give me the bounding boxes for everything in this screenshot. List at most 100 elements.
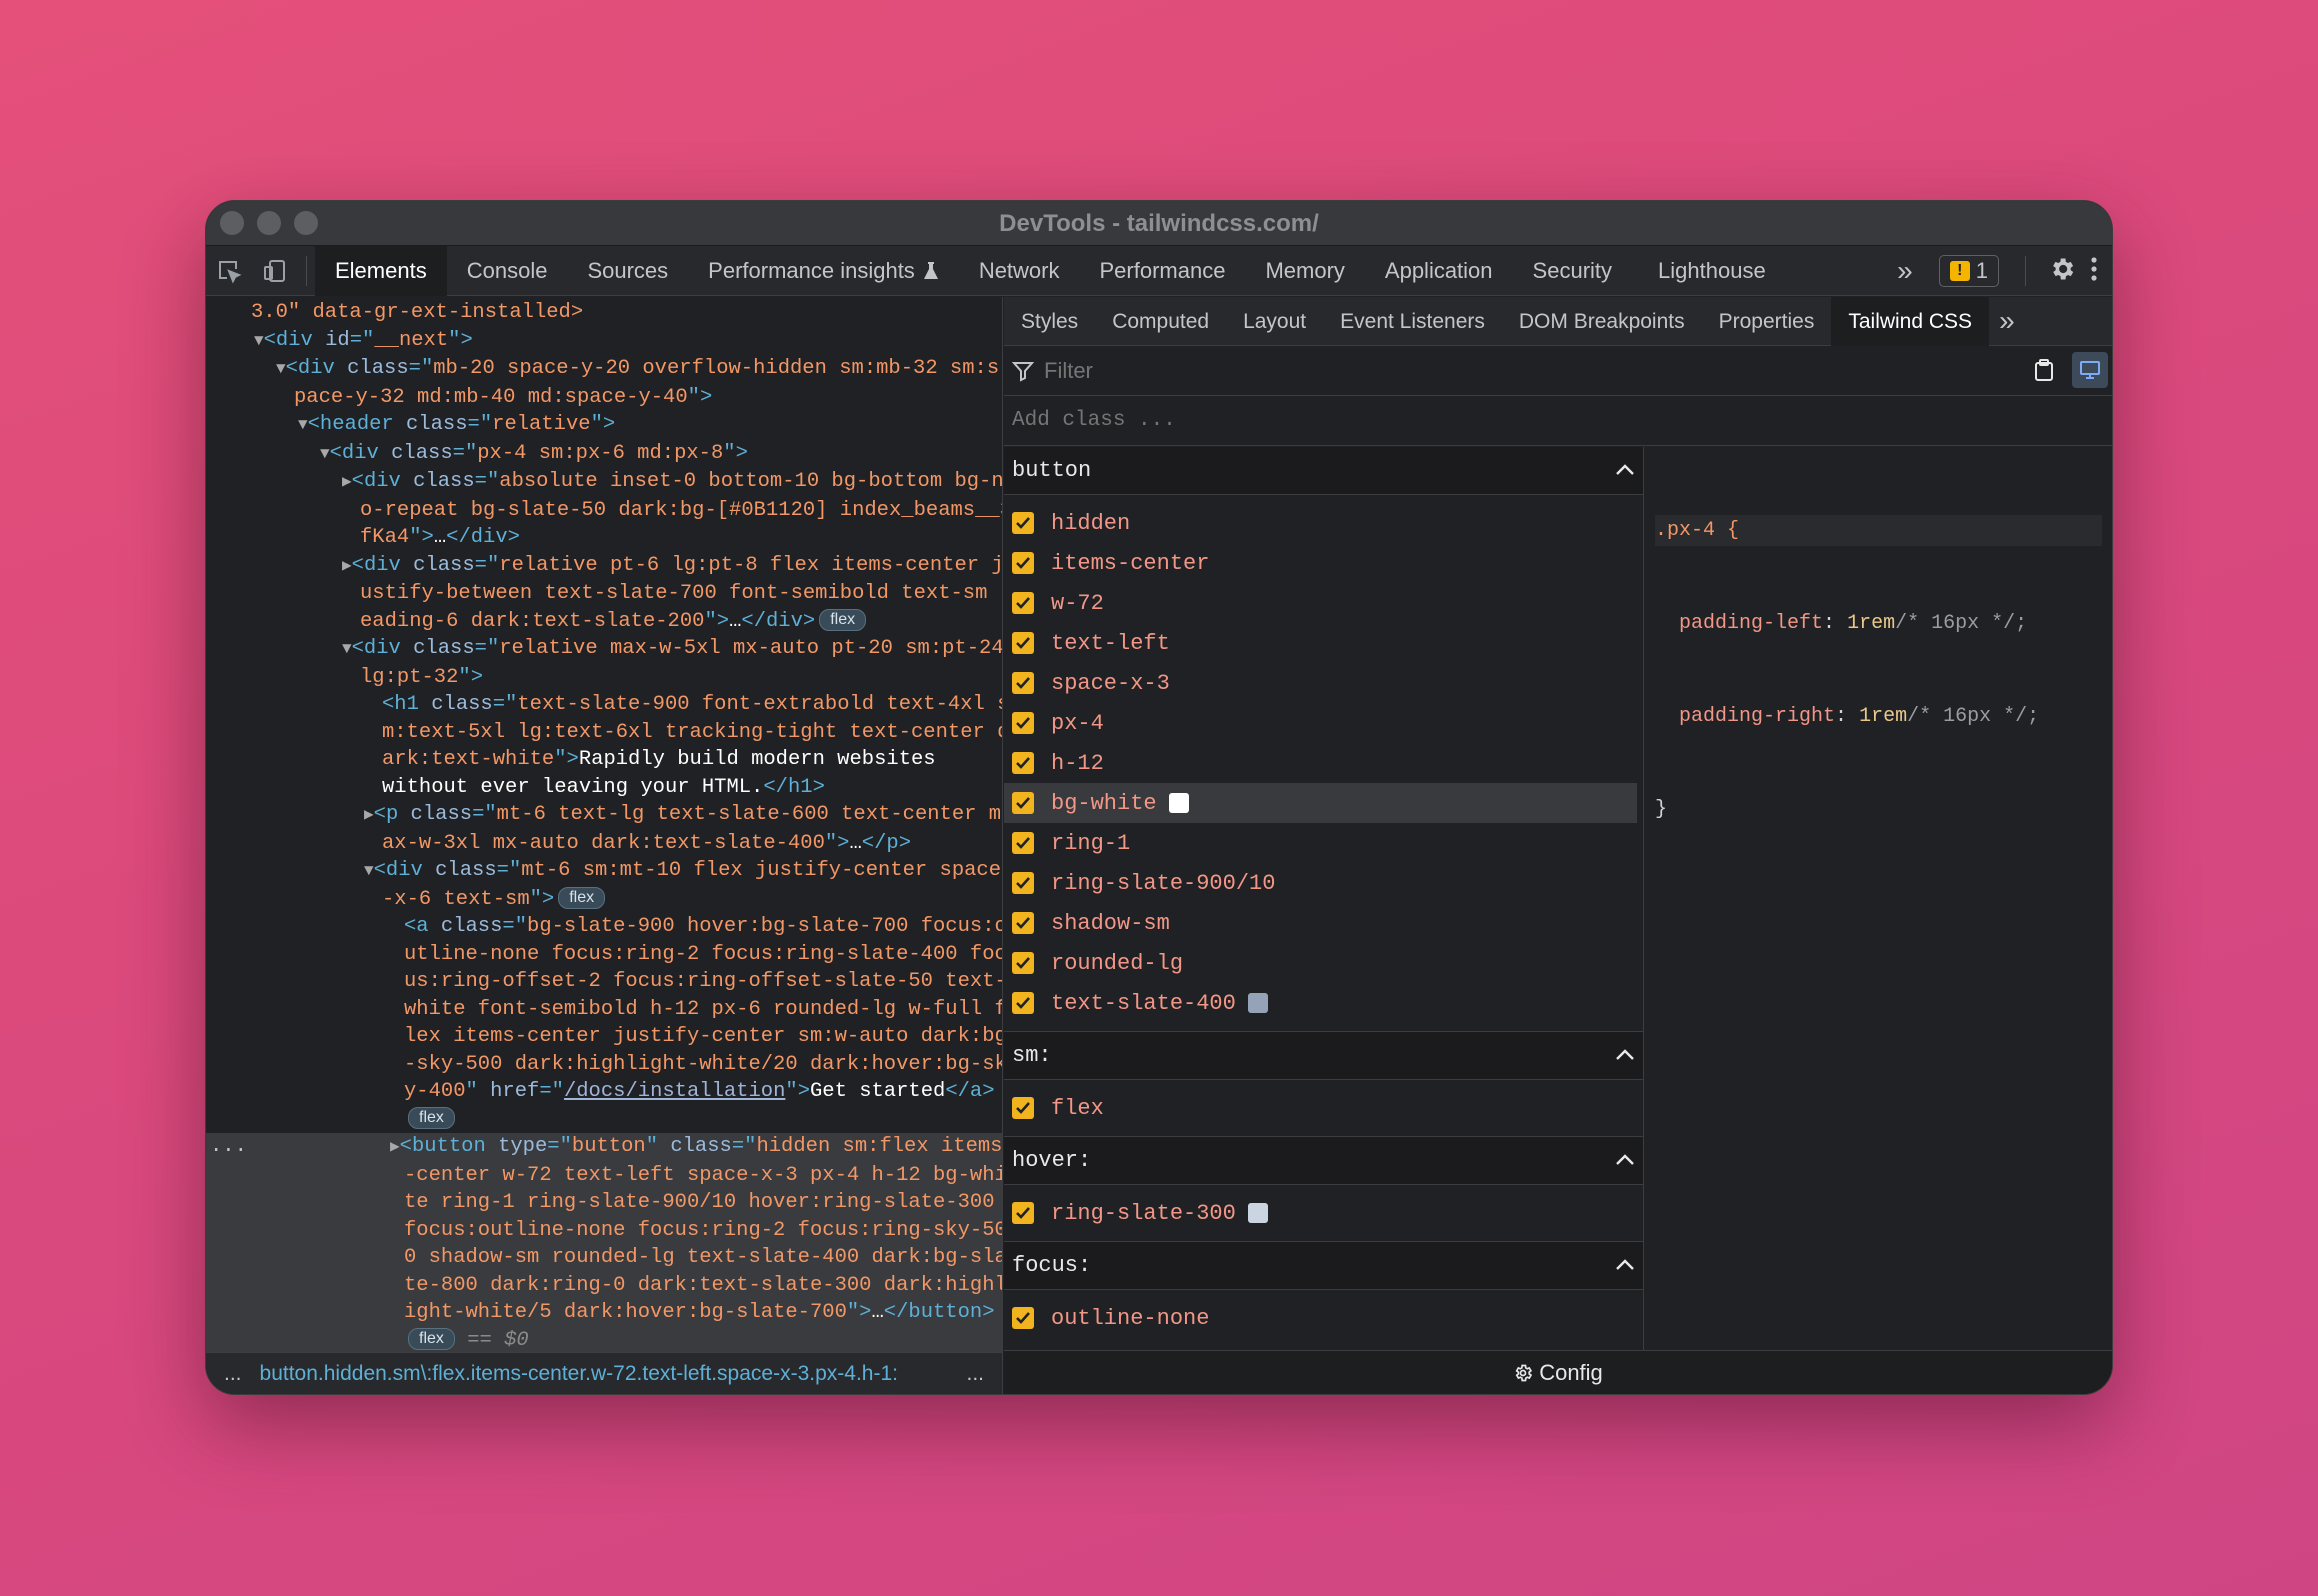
class-checkbox[interactable]	[1012, 672, 1034, 694]
dom-line[interactable]: -center w-72 text-left space-x-3 px-4 h-…	[206, 1162, 1002, 1190]
class-checkbox[interactable]	[1012, 712, 1034, 734]
dom-line[interactable]: ▼<div class="relative max-w-5xl mx-auto …	[206, 635, 1002, 664]
dom-line[interactable]: te-800 dark:ring-0 dark:text-slate-300 d…	[206, 1272, 1002, 1300]
tab-properties[interactable]: Properties	[1702, 297, 1832, 346]
tab-elements[interactable]: Elements	[315, 245, 447, 296]
selected-node[interactable]: ... ▶<button type="button" class="hidden …	[206, 1133, 1002, 1354]
dom-line[interactable]: ▼<div class="mt-6 sm:mt-10 flex justify-…	[206, 857, 1002, 886]
class-row[interactable]: rounded-lg	[1004, 943, 1643, 983]
color-swatch[interactable]	[1168, 793, 1189, 813]
class-checkbox[interactable]	[1012, 1097, 1034, 1119]
dom-line[interactable]: ▼<div class="px-4 sm:px-6 md:px-8">	[206, 440, 1002, 469]
flex-badge[interactable]: flex	[819, 609, 867, 632]
class-checkbox[interactable]	[1012, 872, 1034, 894]
clipboard-icon[interactable]	[2026, 352, 2062, 388]
dom-line[interactable]: 0 shadow-sm rounded-lg text-slate-400 da…	[206, 1244, 1002, 1272]
href-link[interactable]: /docs/installation	[564, 1080, 785, 1103]
class-row[interactable]: px-4	[1004, 703, 1643, 743]
tab-styles[interactable]: Styles	[1004, 297, 1095, 346]
dom-line[interactable]: ustify-between text-slate-700 font-semib…	[206, 580, 1002, 608]
breadcrumb-overflow-left[interactable]: ...	[206, 1362, 260, 1386]
tab-performance-insights[interactable]: Performance insights	[688, 246, 959, 296]
class-row[interactable]: ring-1	[1004, 823, 1643, 863]
css-selector[interactable]: .px-4 {	[1655, 519, 1739, 542]
class-checkbox[interactable]	[1012, 512, 1034, 534]
dom-line[interactable]: ▼<div class="mb-20 space-y-20 overflow-h…	[206, 355, 1002, 384]
class-row[interactable]: text-left	[1004, 623, 1643, 663]
class-row[interactable]: w-72	[1004, 583, 1643, 623]
chevron-up-icon[interactable]	[1615, 1043, 1635, 1068]
dom-line[interactable]: us:ring-offset-2 focus:ring-offset-slate…	[206, 968, 1002, 996]
class-row[interactable]: ring-slate-900/10	[1004, 863, 1643, 903]
tab-console[interactable]: Console	[447, 246, 568, 296]
tab-memory[interactable]: Memory	[1245, 246, 1364, 296]
tab-performance[interactable]: Performance	[1080, 246, 1246, 296]
class-row[interactable]: outline-none	[1004, 1298, 1643, 1338]
class-checkbox[interactable]	[1012, 552, 1034, 574]
class-row[interactable]: ring-slate-300	[1004, 1193, 1643, 1233]
class-checkbox[interactable]	[1012, 1307, 1034, 1329]
node-actions-dots[interactable]: ...	[210, 1133, 247, 1161]
class-checkbox[interactable]	[1012, 752, 1034, 774]
class-checkbox[interactable]	[1012, 632, 1034, 654]
color-swatch[interactable]	[1247, 1203, 1268, 1223]
computed-sidebar-icon[interactable]	[2072, 352, 2108, 388]
class-row[interactable]: shadow-sm	[1004, 903, 1643, 943]
dom-line[interactable]: flex == $0	[206, 1327, 1002, 1355]
class-checkbox[interactable]	[1012, 952, 1034, 974]
tab-tailwind-css[interactable]: Tailwind CSS	[1831, 296, 1990, 346]
dom-line[interactable]: lg:pt-32">	[206, 664, 1002, 692]
device-toolbar-icon[interactable]	[252, 246, 298, 296]
class-row[interactable]: space-x-3	[1004, 663, 1643, 703]
dom-line[interactable]: m:text-5xl lg:text-6xl tracking-tight te…	[206, 719, 1002, 747]
dom-line[interactable]: eading-6 dark:text-slate-200">…</div> fle…	[206, 608, 1002, 636]
flex-badge[interactable]: flex	[408, 1107, 455, 1130]
more-sidebar-tabs-chevron-icon[interactable]: »	[1999, 305, 2015, 337]
filter-input[interactable]	[1044, 357, 1644, 384]
class-checkbox[interactable]	[1012, 992, 1034, 1014]
class-row[interactable]: hidden	[1004, 503, 1643, 543]
breadcrumb-overflow-right[interactable]: ...	[948, 1362, 1002, 1386]
group-header-button[interactable]: button	[1004, 447, 1643, 495]
tab-sources[interactable]: Sources	[567, 246, 688, 296]
class-row[interactable]: text-slate-400	[1004, 983, 1643, 1023]
chevron-up-icon[interactable]	[1615, 458, 1635, 483]
tab-security[interactable]: Security	[1513, 246, 1632, 296]
issues-badge[interactable]: ! 1	[1938, 255, 1999, 287]
tab-network[interactable]: Network	[959, 246, 1080, 296]
class-checkbox[interactable]	[1012, 1202, 1034, 1224]
color-swatch[interactable]	[1247, 993, 1268, 1013]
chevron-up-icon[interactable]	[1615, 1148, 1635, 1173]
dom-line[interactable]: 3.0" data-gr-ext-installed>	[206, 299, 1002, 327]
dom-line[interactable]: lex items-center justify-center sm:w-aut…	[206, 1023, 1002, 1051]
dom-line[interactable]: white font-semibold h-12 px-6 rounded-lg…	[206, 996, 1002, 1024]
dom-line[interactable]: o-repeat bg-slate-50 dark:bg-[#0B1120] i…	[206, 497, 1002, 525]
dom-line[interactable]: without ever leaving your HTML.</h1>	[206, 774, 1002, 802]
dom-line[interactable]: pace-y-32 md:mb-40 md:space-y-40">	[206, 384, 1002, 412]
inspect-element-icon[interactable]	[206, 246, 252, 296]
dom-line[interactable]: ▼<div id="__next">	[206, 327, 1002, 356]
dom-line[interactable]: -x-6 text-sm"> flex	[206, 886, 1002, 914]
gear-icon[interactable]	[2048, 255, 2076, 288]
dom-line[interactable]: te ring-1 ring-slate-900/10 hover:ring-s…	[206, 1189, 1002, 1217]
class-row[interactable]: flex	[1004, 1088, 1643, 1128]
flex-badge[interactable]: flex	[558, 887, 606, 910]
dom-line[interactable]: ax-w-3xl mx-auto dark:text-slate-400">…<…	[206, 830, 1002, 858]
flex-badge[interactable]: flex	[408, 1328, 455, 1351]
class-checkbox[interactable]	[1012, 792, 1034, 814]
more-tabs-chevron-icon[interactable]: »	[1897, 255, 1913, 287]
dom-line[interactable]: ▶<div class="absolute inset-0 bottom-10 …	[206, 468, 1002, 497]
kebab-menu-icon[interactable]	[2090, 256, 2098, 287]
dom-line[interactable]: y-400" href="/docs/installation">Get sta…	[206, 1078, 1002, 1106]
css-declaration[interactable]: padding-right: 1rem/* 16px */;	[1655, 701, 2102, 732]
chevron-up-icon[interactable]	[1615, 1253, 1635, 1278]
class-row[interactable]: items-center	[1004, 543, 1643, 583]
group-header-focus[interactable]: focus:	[1004, 1242, 1643, 1290]
dom-line[interactable]: ▶<div class="relative pt-6 lg:pt-8 flex …	[206, 552, 1002, 581]
class-checkbox[interactable]	[1012, 592, 1034, 614]
dom-line[interactable]: fKa4">…</div>	[206, 524, 1002, 552]
class-row[interactable]: h-12	[1004, 743, 1643, 783]
dom-line[interactable]: flex	[206, 1106, 1002, 1134]
class-checkbox[interactable]	[1012, 832, 1034, 854]
dom-line[interactable]: -sky-500 dark:highlight-white/20 dark:ho…	[206, 1051, 1002, 1079]
